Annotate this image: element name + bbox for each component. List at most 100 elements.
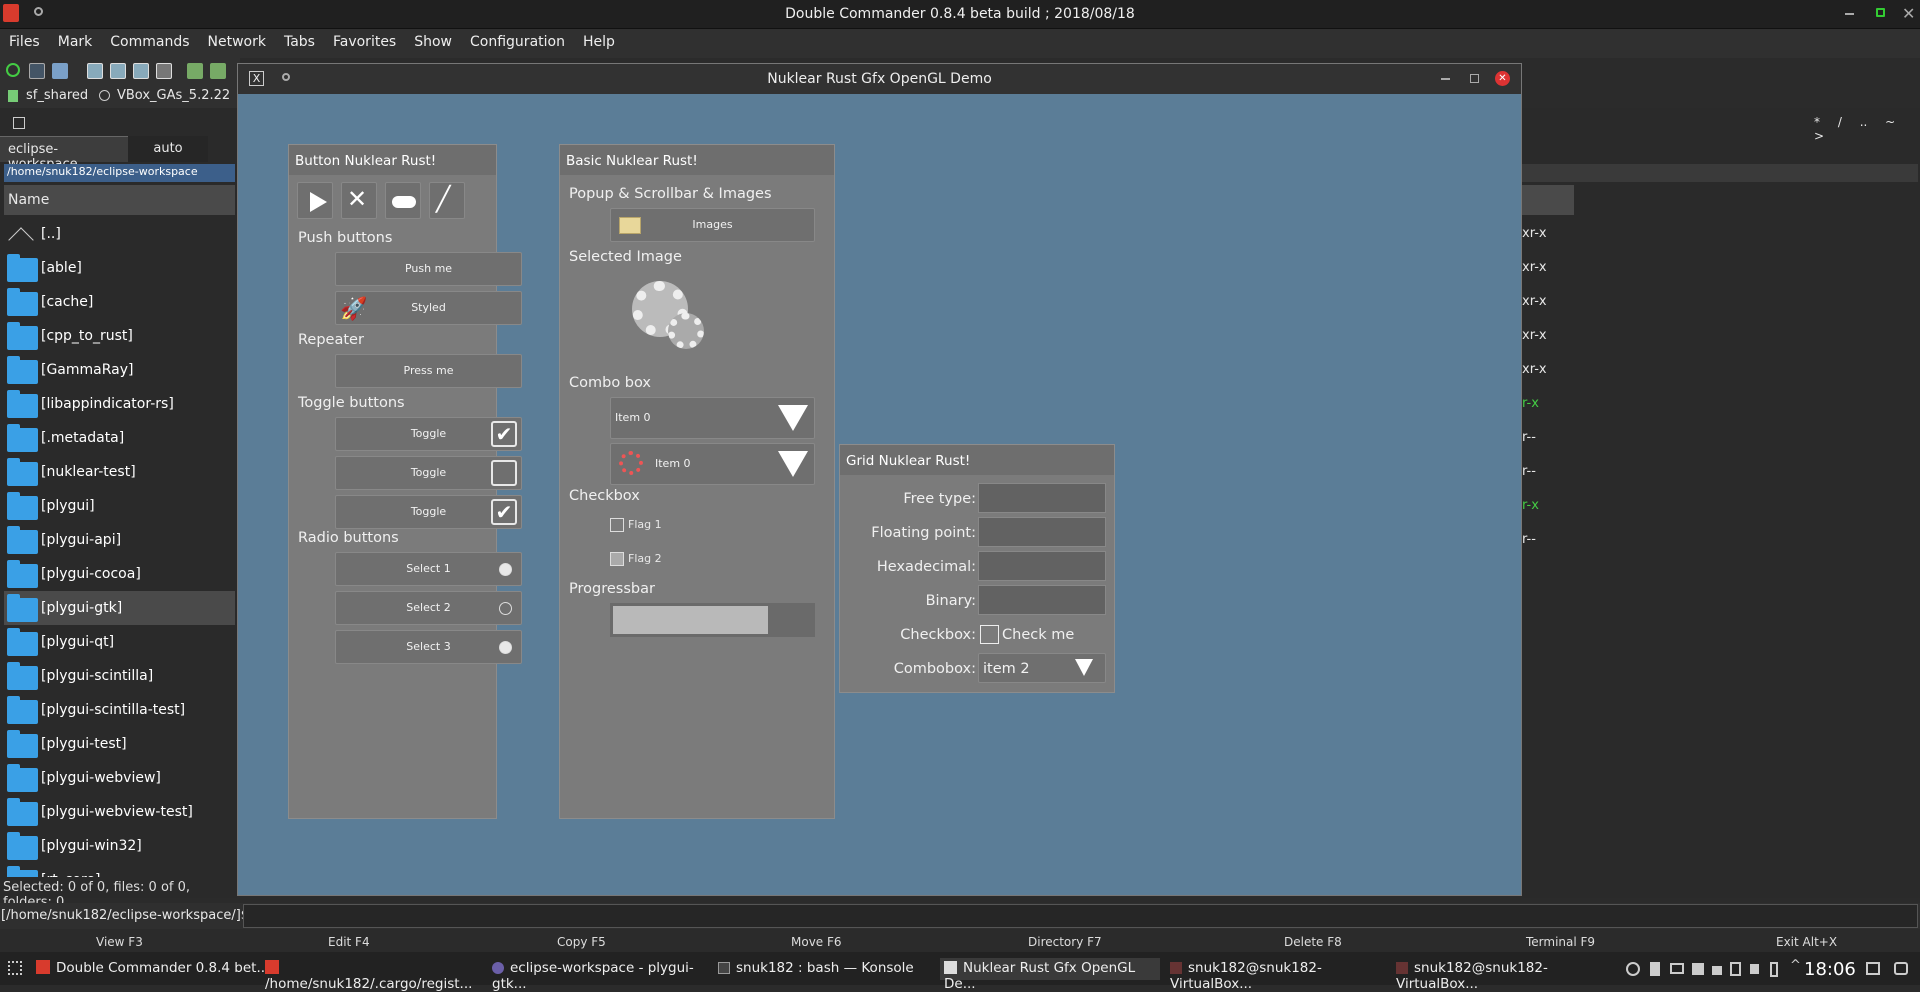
basic-panel-title[interactable]: Basic Nuklear Rust! — [560, 145, 834, 175]
brief-view-icon[interactable] — [87, 63, 103, 79]
menu-help[interactable]: Help — [574, 29, 624, 50]
show-desktop-icon[interactable] — [1866, 962, 1880, 975]
menu-configuration[interactable]: Configuration — [461, 29, 574, 50]
volume-icon[interactable] — [1750, 964, 1759, 974]
printer-icon[interactable] — [1692, 963, 1704, 975]
floating-point-input[interactable] — [978, 517, 1106, 547]
file-list-item[interactable]: [plygui] — [4, 489, 235, 523]
f7-directory-button[interactable]: Directory F7 — [1028, 935, 1102, 949]
menu-mark[interactable]: Mark — [49, 29, 102, 50]
file-list-item[interactable]: [.metadata] — [4, 421, 235, 455]
demo-minimize-button[interactable] — [1441, 78, 1450, 80]
images-button[interactable]: Images — [610, 208, 815, 242]
combo-box-2[interactable]: Item 0 — [610, 443, 815, 485]
combo-box-1[interactable]: Item 0 — [610, 397, 815, 439]
grid-panel-title[interactable]: Grid Nuklear Rust! — [840, 445, 1114, 475]
radio-button[interactable]: Select 2 — [335, 591, 522, 625]
file-list-item[interactable]: [plygui-gtk] — [4, 591, 235, 625]
file-list-item[interactable]: [..] — [4, 217, 235, 253]
menu-files[interactable]: Files — [0, 29, 49, 50]
toggle-button[interactable]: Toggle ✔ — [335, 417, 522, 451]
nav-up[interactable]: .. — [1860, 115, 1868, 129]
grid-combobox[interactable]: item 2 — [978, 653, 1106, 683]
app-launcher-icon[interactable] — [8, 961, 22, 975]
nav-slash[interactable]: / — [1838, 115, 1842, 129]
hexadecimal-input[interactable] — [978, 551, 1106, 581]
file-list-item[interactable]: [plygui-scintilla-test] — [4, 693, 235, 727]
copy-left-icon[interactable] — [187, 63, 203, 79]
terminal-icon[interactable] — [29, 63, 45, 79]
f6-move-button[interactable]: Move F6 — [791, 935, 842, 949]
exit-button[interactable]: Exit Alt+X — [1776, 935, 1837, 949]
columns-view-icon[interactable] — [110, 63, 126, 79]
task-eclipse[interactable]: eclipse-workspace - plygui-gtk... — [492, 958, 712, 992]
file-list-item[interactable]: [rt_core] — [4, 863, 235, 877]
file-list-item[interactable]: [plygui-webview-test] — [4, 795, 235, 829]
drive-sf-shared[interactable]: sf_shared — [26, 88, 88, 103]
close-button[interactable]: ✕ — [1902, 4, 1915, 23]
file-list-item[interactable]: [plygui-win32] — [4, 829, 235, 863]
button-panel-title[interactable]: Button Nuklear Rust! — [289, 145, 496, 175]
menu-favorites[interactable]: Favorites — [324, 29, 405, 50]
nav-next[interactable]: > — [1814, 129, 1824, 143]
search-icon[interactable] — [52, 63, 68, 79]
menu-network[interactable]: Network — [199, 29, 275, 50]
task-double-commander[interactable]: Double Commander 0.8.4 bet... — [36, 958, 286, 980]
tree-view-icon[interactable] — [156, 63, 172, 79]
panel-menu-icon[interactable] — [13, 117, 25, 129]
maximize-button[interactable] — [1876, 8, 1885, 17]
file-list-item[interactable]: [plygui-cocoa] — [4, 557, 235, 591]
name-column-header[interactable]: Name — [4, 185, 235, 215]
free-type-input[interactable] — [978, 483, 1106, 513]
file-list-item[interactable]: [nuklear-test] — [4, 455, 235, 489]
file-list-item[interactable]: [cache] — [4, 285, 235, 319]
tray-settings-icon[interactable] — [1894, 962, 1908, 975]
f3-view-button[interactable]: View F3 — [96, 935, 143, 949]
path-bar[interactable]: /home/snuk182/eclipse-workspace — [4, 164, 235, 182]
f4-edit-button[interactable]: Edit F4 — [328, 935, 370, 949]
flag-1-checkbox[interactable] — [610, 518, 624, 532]
task-terminal-1[interactable]: snuk182@snuk182-VirtualBox... — [1170, 958, 1390, 992]
tools-button[interactable]: ✕ — [341, 182, 377, 219]
file-list-item[interactable]: [GammaRay] — [4, 353, 235, 387]
task-nuklear-demo[interactable]: Nuklear Rust Gfx OpenGL De... — [940, 958, 1160, 992]
menu-tabs[interactable]: Tabs — [275, 29, 324, 50]
display-icon[interactable] — [1670, 963, 1684, 974]
command-input[interactable] — [243, 904, 1918, 928]
demo-maximize-button[interactable] — [1470, 74, 1479, 83]
tab-auto[interactable]: auto — [128, 136, 208, 162]
right-column-header[interactable] — [1522, 185, 1574, 215]
file-list-item[interactable]: [plygui-webview] — [4, 761, 235, 795]
toggle-button[interactable]: Toggle — [335, 456, 522, 490]
refresh-icon[interactable] — [6, 63, 20, 77]
file-list-item[interactable]: [cpp_to_rust] — [4, 319, 235, 353]
f8-delete-button[interactable]: Delete F8 — [1284, 935, 1342, 949]
file-list-item[interactable]: [plygui-qt] — [4, 625, 235, 659]
radio-button[interactable]: Select 3 — [335, 630, 522, 664]
styled-button[interactable]: 🚀 Styled — [335, 291, 522, 325]
check-me-checkbox[interactable] — [980, 625, 999, 644]
task-cargo-registry[interactable]: /home/snuk182/.cargo/regist... — [265, 958, 480, 992]
binary-input[interactable] — [978, 585, 1106, 615]
task-konsole[interactable]: snuk182 : bash — Konsole — [718, 958, 943, 980]
clipboard-icon[interactable] — [1730, 962, 1741, 976]
minimize-button[interactable] — [1845, 13, 1854, 15]
drive-vbox[interactable]: VBox_GAs_5.2.22 — [117, 88, 230, 103]
nav-root[interactable]: * — [1814, 115, 1820, 129]
file-list-item[interactable]: [plygui-scintilla] — [4, 659, 235, 693]
file-list-item[interactable]: [libappindicator-rs] — [4, 387, 235, 421]
f9-terminal-button[interactable]: Terminal F9 — [1526, 935, 1595, 949]
file-list-item[interactable]: [plygui-api] — [4, 523, 235, 557]
flag-2-checkbox[interactable] — [610, 552, 624, 566]
toggle-button[interactable]: Toggle ✔ — [335, 495, 522, 529]
usb-icon[interactable] — [1650, 962, 1660, 976]
tray-expand-icon[interactable]: ^ — [1790, 958, 1801, 973]
f5-copy-button[interactable]: Copy F5 — [557, 935, 606, 949]
network-icon[interactable] — [1626, 962, 1640, 976]
copy-right-icon[interactable] — [210, 63, 226, 79]
menu-show[interactable]: Show — [405, 29, 461, 50]
press-me-button[interactable]: Press me — [335, 354, 522, 388]
demo-close-button[interactable]: ✕ — [1495, 71, 1510, 86]
thumbnails-view-icon[interactable] — [133, 63, 149, 79]
file-list-item[interactable]: [able] — [4, 251, 235, 285]
